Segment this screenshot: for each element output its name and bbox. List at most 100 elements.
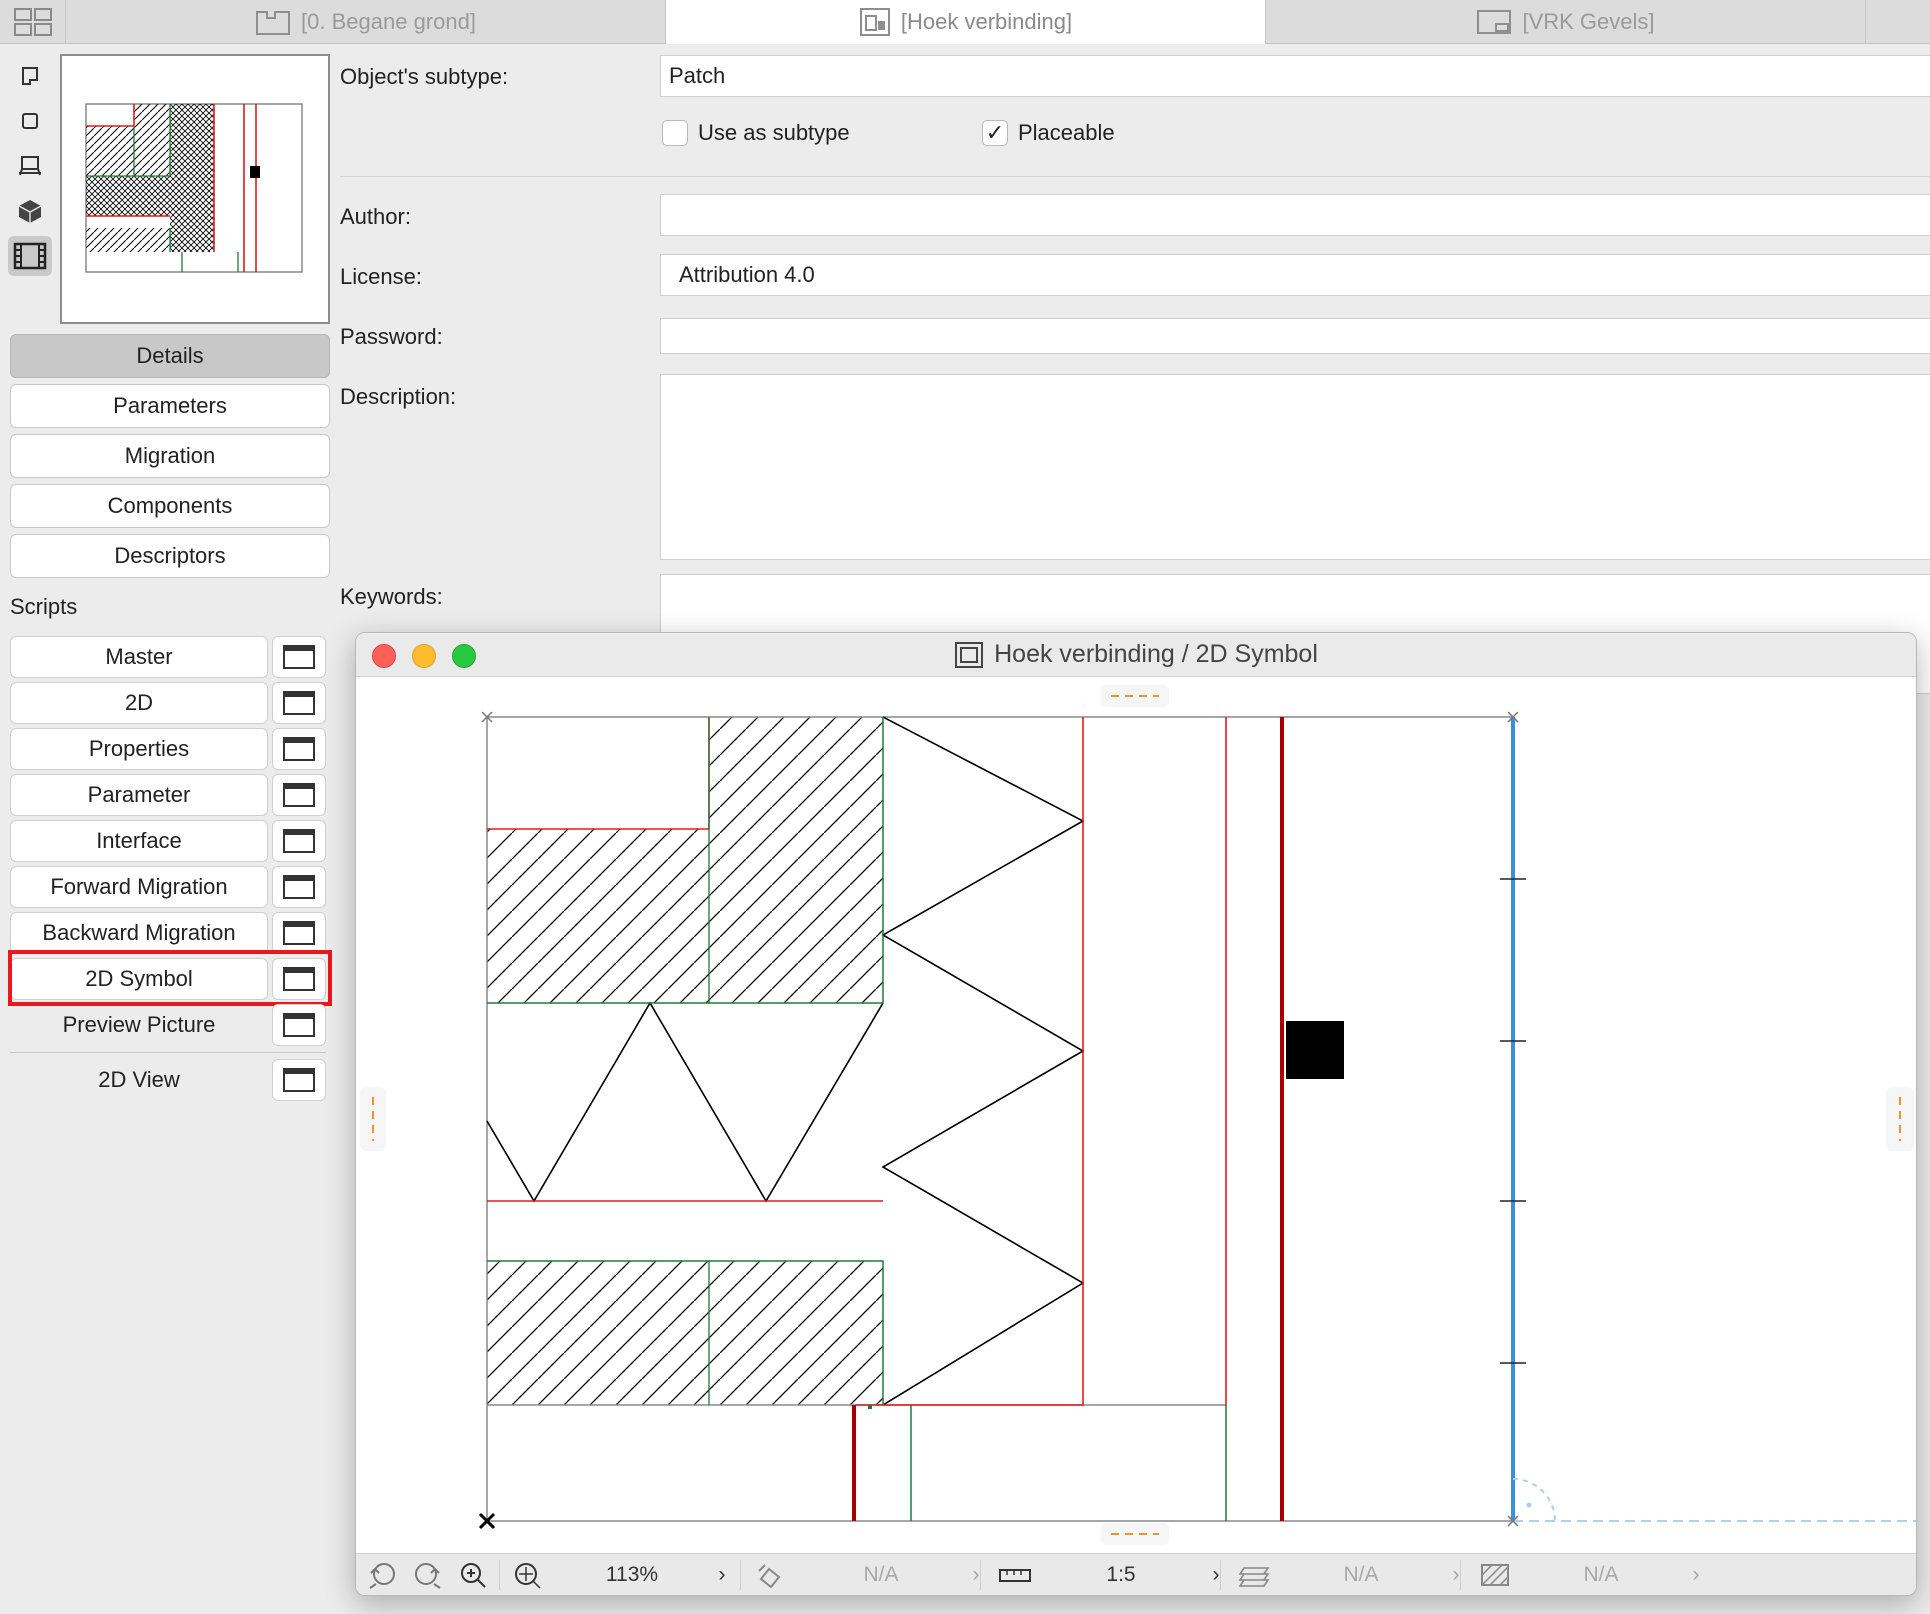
script-interface-button[interactable]: Interface xyxy=(10,820,268,862)
status-separator xyxy=(980,1560,981,1590)
library-part-icon xyxy=(859,8,890,36)
window-icon xyxy=(283,783,315,807)
window-status-bar: 113% › N/A › 1:5 › N/A › N/A › xyxy=(356,1553,1916,1595)
status-separator xyxy=(1220,1560,1221,1590)
scale-button[interactable] xyxy=(988,1554,1042,1595)
window-icon xyxy=(283,1068,315,1092)
zoom-level[interactable]: 113% xyxy=(572,1554,692,1595)
undo-view-button[interactable] xyxy=(360,1554,404,1595)
minimize-button[interactable] xyxy=(412,644,436,668)
author-label: Author: xyxy=(340,204,411,229)
window-icon xyxy=(283,921,315,945)
zoom-in-button[interactable] xyxy=(452,1554,496,1595)
view-details-button[interactable] xyxy=(8,236,52,276)
script-master-button[interactable]: Master xyxy=(10,636,268,678)
redo-view-button[interactable] xyxy=(406,1554,450,1595)
script-backward-migration-button[interactable]: Backward Migration xyxy=(10,912,268,954)
tab-layout-label: [VRK Gevels] xyxy=(1522,9,1655,34)
license-field[interactable]: Attribution 4.0 xyxy=(660,254,1930,296)
open-preview-picture-window-button[interactable] xyxy=(272,1004,326,1046)
layer-button[interactable] xyxy=(1228,1554,1282,1595)
tab-library-part[interactable]: [Hoek verbinding] xyxy=(666,0,1266,44)
open-2d-view-window-button[interactable] xyxy=(272,1059,326,1101)
zoom-in-icon xyxy=(461,1563,486,1588)
subtype-label: Object's subtype: xyxy=(340,64,509,89)
scale-value[interactable]: 1:5 xyxy=(1046,1554,1196,1595)
author-field[interactable] xyxy=(660,194,1930,236)
symbol-canvas[interactable] xyxy=(356,677,1916,1555)
view-plan-button[interactable] xyxy=(8,101,52,141)
description-field[interactable] xyxy=(660,374,1930,560)
hatch-fill-icon xyxy=(1481,1564,1509,1586)
2d-symbol-highlight-box xyxy=(8,950,332,1006)
open-properties-window-button[interactable] xyxy=(272,728,326,770)
open-backward-migration-window-button[interactable] xyxy=(272,912,326,954)
open-forward-migration-window-button[interactable] xyxy=(272,866,326,908)
window-icon xyxy=(283,645,315,669)
bracket-view-icon xyxy=(22,67,38,85)
zoom-level-chevron-icon[interactable]: › xyxy=(692,1554,752,1595)
license-label: License: xyxy=(340,264,422,289)
pen-set-chevron-icon[interactable]: › xyxy=(1676,1554,1716,1595)
elevation-icon xyxy=(19,156,41,176)
status-separator xyxy=(740,1560,741,1590)
fit-in-window-button[interactable] xyxy=(506,1554,550,1595)
status-separator xyxy=(1460,1560,1461,1590)
layer-value: N/A xyxy=(1343,1563,1379,1586)
form-divider xyxy=(340,176,1930,177)
layers-icon xyxy=(1238,1567,1270,1587)
password-field[interactable] xyxy=(660,318,1930,354)
window-icon xyxy=(283,737,315,761)
angle-value: N/A xyxy=(863,1563,899,1586)
script-forward-migration-button[interactable]: Forward Migration xyxy=(10,866,268,908)
preview-picture xyxy=(60,54,330,324)
window-icon xyxy=(283,1013,315,1037)
status-separator xyxy=(499,1560,500,1590)
view-3d-button[interactable] xyxy=(8,191,52,231)
floor-plan-icon xyxy=(256,11,291,35)
layout-icon xyxy=(1477,10,1512,34)
zoom-button[interactable] xyxy=(452,644,476,668)
view-section-button[interactable] xyxy=(8,146,52,186)
close-button[interactable] xyxy=(372,644,396,668)
2d-symbol-window: Hoek verbinding / 2D Symbol 113% › N/A ›… xyxy=(355,632,1917,1596)
script-parameter-button[interactable]: Parameter xyxy=(10,774,268,816)
angle-view-button[interactable] xyxy=(748,1554,792,1595)
script-2d-button[interactable]: 2D xyxy=(10,682,268,724)
parameters-button[interactable]: Parameters xyxy=(10,384,330,428)
script-preview-picture-button[interactable]: Preview Picture xyxy=(10,1004,268,1046)
password-label: Password: xyxy=(340,324,443,349)
window-titlebar[interactable]: Hoek verbinding / 2D Symbol xyxy=(356,633,1916,677)
use-as-subtype-box[interactable] xyxy=(662,120,688,146)
placeable-check-icon[interactable]: ✓ xyxy=(982,120,1008,146)
descriptors-button[interactable]: Descriptors xyxy=(10,534,330,578)
tab-layout[interactable]: [VRK Gevels] xyxy=(1266,0,1866,44)
tab-overview-button[interactable] xyxy=(0,0,66,44)
open-2d-window-button[interactable] xyxy=(272,682,326,724)
placeable-checkbox[interactable]: ✓ Placeable xyxy=(982,120,1115,146)
open-parameter-window-button[interactable] xyxy=(272,774,326,816)
subtype-field[interactable]: Patch xyxy=(660,55,1930,97)
view-2d-button[interactable] xyxy=(8,56,52,96)
use-as-subtype-checkbox[interactable]: Use as subtype xyxy=(662,120,850,146)
placeable-label: Placeable xyxy=(1018,120,1115,145)
window-icon xyxy=(283,875,315,899)
components-button[interactable]: Components xyxy=(10,484,330,528)
script-properties-button[interactable]: Properties xyxy=(10,728,268,770)
view-mode-toolbar xyxy=(8,56,56,281)
cube-icon xyxy=(18,200,42,223)
open-interface-window-button[interactable] xyxy=(272,820,326,862)
tab-floor-plan[interactable]: [0. Begane grond] xyxy=(66,0,666,44)
redo-zoom-icon xyxy=(415,1563,441,1589)
pen-set-button[interactable] xyxy=(1468,1554,1522,1595)
square-icon xyxy=(22,113,38,129)
window-icon xyxy=(283,691,315,715)
window-icon xyxy=(283,829,315,853)
open-master-window-button[interactable] xyxy=(272,636,326,678)
script-2d-view-button[interactable]: 2D View xyxy=(10,1059,268,1101)
migration-button[interactable]: Migration xyxy=(10,434,330,478)
details-button[interactable]: Details xyxy=(10,334,330,378)
tab-library-part-label: [Hoek verbinding] xyxy=(900,9,1073,34)
tab-bar: [0. Begane grond] [Hoek verbinding] [VRK… xyxy=(0,0,1930,44)
fit-zoom-icon xyxy=(515,1563,541,1589)
